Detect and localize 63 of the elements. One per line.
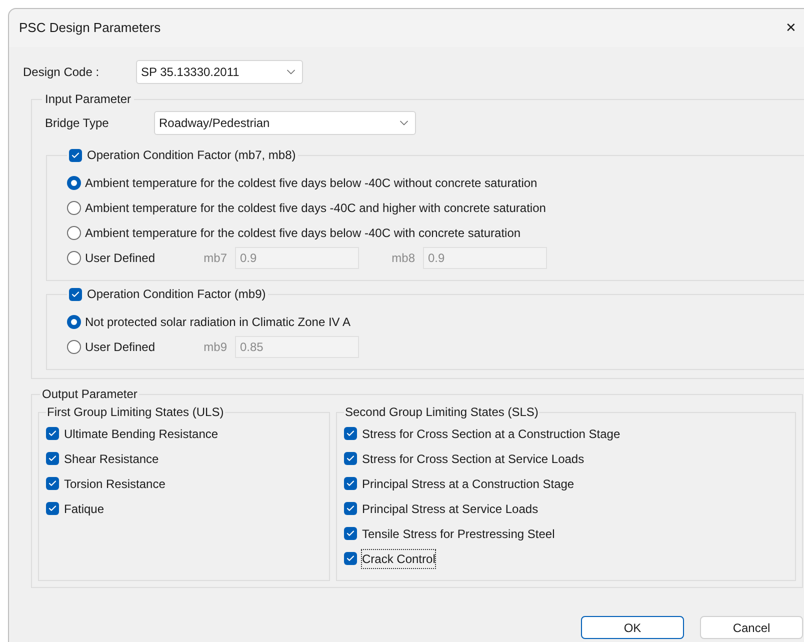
field-label: mb7 (202, 250, 228, 266)
window-title: PSC Design Parameters (19, 19, 161, 38)
radio-label: Not protected solar radiation in Climatic Zone IV A (85, 314, 350, 330)
checkbox[interactable] (69, 288, 82, 300)
checkbox-label: Torsion Resistance (64, 476, 166, 492)
checkbox[interactable] (344, 527, 357, 540)
radio-button[interactable] (67, 250, 81, 264)
radio-button[interactable] (67, 176, 81, 190)
checkbox[interactable] (46, 452, 59, 465)
group-title: Second Group Limiting States (SLS) (344, 404, 540, 421)
field-label: mb8 (390, 250, 416, 266)
field-label: Bridge Type (45, 115, 110, 132)
checkbox-label: Tensile Stress for Prestressing Steel (362, 526, 555, 542)
check-icon (346, 529, 355, 538)
check-icon (71, 290, 80, 298)
cancel-button[interactable]: Cancel (700, 616, 803, 639)
check-icon (346, 554, 355, 563)
radio-button[interactable] (67, 200, 81, 214)
group-title: Output Parameter (41, 386, 138, 403)
field-label: mb9 (202, 338, 228, 356)
check-icon (48, 429, 57, 438)
checkbox[interactable] (344, 477, 357, 490)
checkbox[interactable] (46, 477, 59, 490)
group-title: First Group Limiting States (ULS) (46, 404, 225, 421)
checkbox-label: Stress for Cross Section at a Construction Stage (362, 426, 620, 442)
field-label: Design Code : (23, 64, 100, 81)
checkbox-label: Stress for Cross Section at Service Loads (362, 450, 584, 468)
checkbox-label: Fatique (64, 500, 104, 518)
checkbox[interactable] (344, 427, 357, 440)
check-icon (346, 504, 355, 513)
check-icon (71, 150, 80, 160)
group-title: Input Parameter (44, 91, 132, 108)
check-icon (346, 454, 355, 463)
checkbox-label: Crack Control (362, 550, 436, 568)
checkbox-label: Operation Condition Factor (mb9) (87, 286, 266, 303)
check-icon (48, 504, 57, 513)
dropdown[interactable]: Roadway/Pedestrian (154, 111, 416, 135)
radio-button[interactable] (67, 226, 81, 240)
checkbox[interactable] (46, 427, 59, 440)
ok-button[interactable]: OK (581, 616, 684, 639)
radio-label: User Defined (85, 338, 156, 356)
radio-label: Ambient temperature for the coldest five days below -40C without concrete saturation (85, 174, 538, 192)
checkbox[interactable] (69, 148, 82, 162)
close-button[interactable]: ✕ (781, 18, 801, 38)
checkbox-label: Principal Stress at a Construction Stage (362, 476, 574, 492)
check-icon (48, 479, 57, 488)
radio-label: User Defined (85, 250, 156, 266)
radio-button[interactable] (67, 340, 81, 354)
radio-button[interactable] (67, 314, 81, 328)
checkbox-label: Operation Condition Factor (mb7, mb8) (87, 147, 296, 164)
dropdown[interactable]: SP 35.13330.2011 (136, 60, 303, 84)
checkbox[interactable] (46, 502, 59, 515)
checkbox[interactable] (344, 552, 357, 565)
radio-label: Ambient temperature for the coldest five days below -40C with concrete saturation (85, 224, 521, 242)
check-icon (346, 479, 355, 488)
check-icon (346, 429, 355, 438)
checkbox-label: Shear Resistance (64, 450, 159, 468)
checkbox[interactable] (344, 452, 357, 465)
check-icon (48, 454, 57, 463)
checkbox[interactable] (344, 502, 357, 515)
checkbox-label: Principal Stress at Service Loads (362, 500, 538, 518)
checkbox-label: Ultimate Bending Resistance (64, 426, 218, 442)
radio-label: Ambient temperature for the coldest five days -40C and higher with concrete saturation (85, 200, 546, 216)
